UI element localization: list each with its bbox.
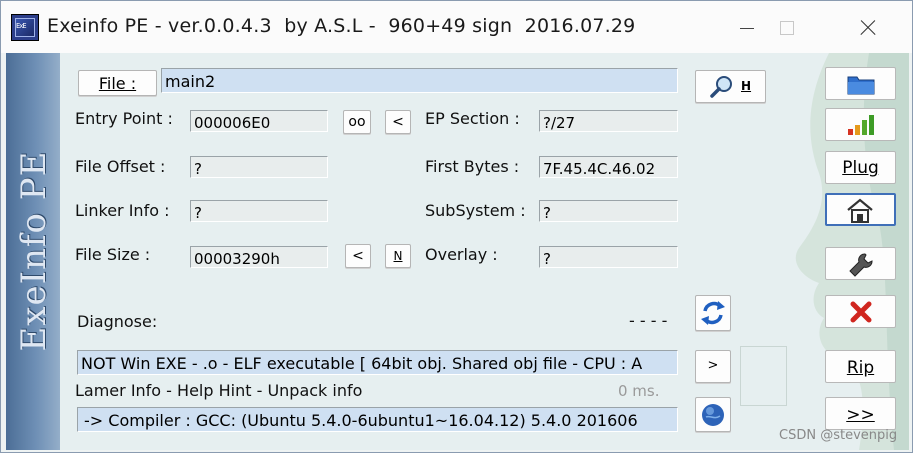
first-bytes-field[interactable]: 7F.45.4C.46.02 xyxy=(539,156,678,178)
file-size-field[interactable]: 00003290h xyxy=(190,246,328,268)
compiler-field[interactable]: -> Compiler : GCC: (Ubuntu 5.4.0-6ubuntu… xyxy=(77,407,678,432)
file-offset-field[interactable]: ? xyxy=(190,156,328,178)
entry-oo-button[interactable]: oo xyxy=(343,110,371,134)
next-button-label: >> xyxy=(846,405,875,425)
vertical-brand-strip: ExeInfo PE xyxy=(6,53,60,450)
rip-button-label: Rip xyxy=(846,358,875,378)
exit-button[interactable] xyxy=(825,295,896,328)
diagnose-result-field[interactable]: NOT Win EXE - .o - ELF executable [ 64bi… xyxy=(77,350,678,375)
first-bytes-label: First Bytes : xyxy=(425,157,520,176)
subsystem-label: SubSystem : xyxy=(425,201,526,220)
entry-point-label: Entry Point : xyxy=(75,109,173,128)
ep-section-label: EP Section : xyxy=(425,109,520,128)
home-icon xyxy=(847,198,873,223)
tools-button[interactable] xyxy=(825,247,896,280)
linker-info-label: Linker Info : xyxy=(75,201,170,220)
maximize-icon xyxy=(780,21,794,35)
linker-info-field[interactable]: ? xyxy=(190,200,328,222)
red-x-icon xyxy=(850,301,872,323)
open-folder-button[interactable] xyxy=(825,67,896,100)
overlay-field[interactable]: ? xyxy=(539,246,678,268)
rip-button[interactable]: Rip xyxy=(825,350,896,383)
home-button[interactable] xyxy=(825,193,896,226)
maximize-button[interactable] xyxy=(767,11,807,43)
folder-icon xyxy=(847,76,875,95)
plug-button-label: Plug xyxy=(842,158,879,178)
signal-bars-icon xyxy=(848,115,874,135)
file-size-label: File Size : xyxy=(75,245,151,264)
refresh-icon xyxy=(701,301,725,325)
search-button[interactable]: H xyxy=(695,70,766,103)
app-icon-label: ExE xyxy=(16,22,27,30)
magnifier-icon xyxy=(710,76,732,98)
window-title: Exeinfo PE - ver.0.0.4.3 by A.S.L - 960+… xyxy=(47,15,636,37)
file-button-label: File : xyxy=(98,74,137,93)
file-button[interactable]: File : xyxy=(78,70,157,96)
more-info-button[interactable]: > xyxy=(695,350,731,383)
diagnose-dashes: - - - - xyxy=(629,311,668,330)
watermark: CSDN @stevenpig xyxy=(779,428,898,443)
overlay-label: Overlay : xyxy=(425,245,498,264)
search-button-label: H xyxy=(741,79,752,93)
lamer-info-label: Lamer Info - Help Hint - Unpack info xyxy=(75,381,363,400)
preview-box xyxy=(740,346,787,406)
globe-icon xyxy=(702,404,724,426)
vertical-brand-title: ExeInfo PE xyxy=(14,150,54,352)
plug-button[interactable]: Plug xyxy=(825,151,896,184)
rescan-button[interactable] xyxy=(695,295,731,331)
title-bar[interactable]: ExE Exeinfo PE - ver.0.0.4.3 by A.S.L - … xyxy=(1,1,912,53)
minimize-button[interactable] xyxy=(726,11,766,43)
close-button[interactable] xyxy=(846,11,886,43)
size-n-button[interactable]: N xyxy=(385,244,411,268)
next-button[interactable]: >> xyxy=(825,397,896,430)
subsystem-field[interactable]: ? xyxy=(539,200,678,222)
entry-point-field[interactable]: 000006E0 xyxy=(190,110,328,132)
size-lt-button[interactable]: < xyxy=(345,244,371,268)
main-panel: ExeInfo PE File : main2 H Entry Point : … xyxy=(6,53,909,450)
app-window: ExE Exeinfo PE - ver.0.0.4.3 by A.S.L - … xyxy=(0,0,913,453)
file-offset-label: File Offset : xyxy=(75,157,166,176)
diagnose-label: Diagnose: xyxy=(77,312,158,331)
size-n-label: N xyxy=(393,249,403,263)
wrench-icon xyxy=(849,253,873,277)
app-icon[interactable]: ExE xyxy=(11,14,39,41)
file-path-field[interactable]: main2 xyxy=(161,68,678,93)
minimize-icon xyxy=(740,28,754,29)
web-button[interactable] xyxy=(695,397,731,432)
entry-lt-button[interactable]: < xyxy=(385,110,411,134)
scan-time: 0 ms. xyxy=(618,382,660,400)
stats-button[interactable] xyxy=(825,108,896,141)
ep-section-field[interactable]: ?/27 xyxy=(539,110,678,132)
